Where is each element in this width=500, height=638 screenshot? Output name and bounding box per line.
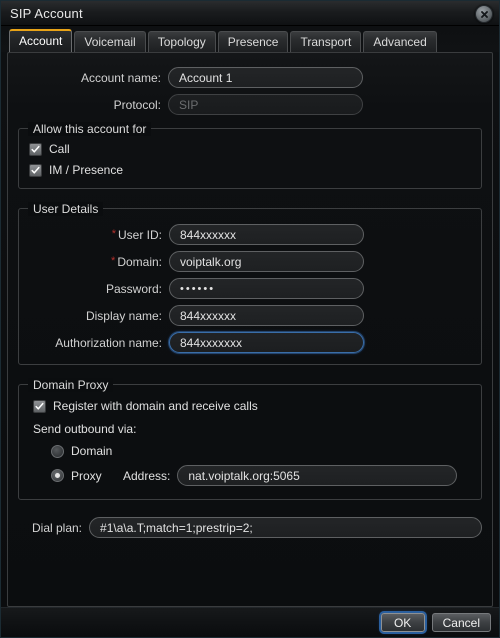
cancel-button[interactable]: Cancel [431, 613, 491, 632]
tab-presence[interactable]: Presence [217, 31, 289, 52]
checkbox-im-presence[interactable]: IM / Presence [29, 163, 471, 177]
tab-label: Transport [300, 35, 352, 49]
window-title: SIP Account [10, 5, 83, 21]
protocol-label: Protocol: [113, 97, 161, 112]
dial-plan-label: Dial plan: [31, 520, 83, 535]
radio-proxy[interactable]: Proxy Address: nat.voiptalk.org:5065 [51, 465, 471, 486]
checkmark-icon [33, 399, 46, 413]
authorization-name-label: Authorization name: [55, 335, 162, 350]
checkbox-register-with-domain[interactable]: Register with domain and receive calls [33, 399, 471, 413]
tab-account[interactable]: Account [9, 29, 73, 52]
dial-plan-input[interactable]: #1\a\a.T;match=1;prestrip=2; [89, 517, 482, 538]
user-id-input[interactable]: 844xxxxxx [169, 224, 364, 245]
tab-topology[interactable]: Topology [147, 31, 216, 52]
sip-account-dialog: SIP Account Account Voicemail Topology P… [0, 0, 500, 638]
user-id-label: User ID: [117, 227, 162, 242]
close-icon[interactable] [475, 5, 493, 23]
tab-transport[interactable]: Transport [290, 31, 362, 52]
tab-label: Voicemail [84, 35, 136, 49]
tab-strip: Account Voicemail Topology Presence Tran… [1, 26, 499, 52]
domain-input[interactable]: voiptalk.org [169, 251, 364, 272]
checkbox-label: IM / Presence [49, 163, 124, 177]
account-tab-panel: Account name: Account 1 Protocol: SIP Al… [7, 52, 493, 607]
protocol-row: Protocol: SIP [18, 94, 482, 115]
checkbox-call[interactable]: Call [29, 142, 471, 156]
dialog-footer: OK Cancel [1, 607, 499, 637]
domain-row: * Domain: voiptalk.org [29, 251, 471, 272]
send-outbound-label: Send outbound via: [33, 422, 137, 436]
password-input[interactable]: •••••• [169, 278, 364, 299]
proxy-address-label: Address: [123, 468, 171, 483]
allow-account-legend: Allow this account for [28, 122, 152, 136]
checkbox-label: Call [49, 142, 70, 156]
display-name-row: Display name: 844xxxxxx [29, 305, 471, 326]
password-label: Password: [105, 281, 162, 296]
protocol-input: SIP [168, 94, 363, 115]
tab-label: Advanced [373, 35, 427, 49]
domain-label: Domain: [117, 254, 162, 269]
ok-button[interactable]: OK [380, 613, 425, 632]
password-row: Password: •••••• [29, 278, 471, 299]
user-details-legend: User Details [28, 202, 104, 216]
display-name-label: Display name: [85, 308, 162, 323]
radio-icon [51, 444, 64, 458]
authorization-name-row: Authorization name: 844xxxxxxx [29, 332, 471, 353]
domain-proxy-group: Domain Proxy Register with domain and re… [18, 378, 482, 500]
checkmark-icon [29, 163, 42, 177]
radio-label: Domain [71, 444, 113, 458]
checkbox-label: Register with domain and receive calls [53, 399, 258, 413]
tab-voicemail[interactable]: Voicemail [74, 31, 146, 52]
display-name-input[interactable]: 844xxxxxx [169, 305, 364, 326]
account-name-row: Account name: Account 1 [18, 67, 482, 88]
account-name-input[interactable]: Account 1 [168, 67, 363, 88]
tab-label: Presence [227, 35, 279, 49]
radio-domain[interactable]: Domain [51, 444, 471, 458]
account-name-label: Account name: [80, 70, 161, 85]
title-bar: SIP Account [1, 1, 499, 26]
user-id-row: * User ID: 844xxxxxx [29, 224, 471, 245]
radio-label: Proxy [71, 468, 102, 483]
tab-label: Topology [157, 35, 206, 49]
checkmark-icon [29, 142, 42, 156]
allow-account-group: Allow this account for Call IM / Presenc… [18, 122, 482, 189]
authorization-name-input[interactable]: 844xxxxxxx [169, 332, 364, 353]
tab-label: Account [19, 34, 63, 48]
tab-advanced[interactable]: Advanced [363, 31, 437, 52]
user-details-group: User Details * User ID: 844xxxxxx * Doma… [18, 202, 482, 365]
proxy-address-input[interactable]: nat.voiptalk.org:5065 [177, 465, 458, 486]
radio-icon [51, 469, 64, 482]
domain-proxy-legend: Domain Proxy [28, 378, 114, 392]
dial-plan-row: Dial plan: #1\a\a.T;match=1;prestrip=2; [18, 517, 482, 538]
